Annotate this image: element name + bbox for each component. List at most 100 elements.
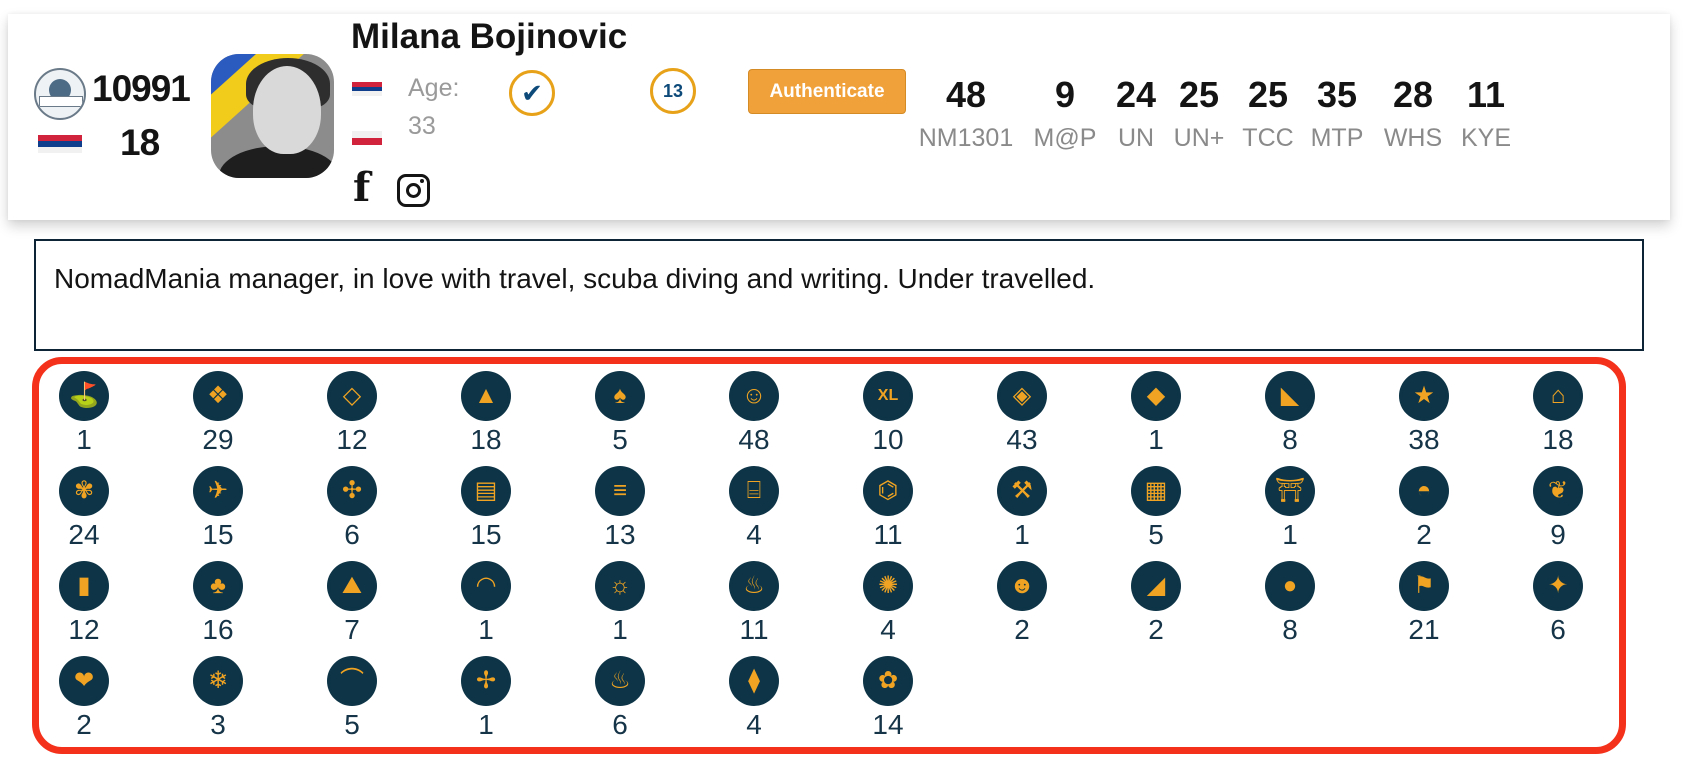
badge-count: 6 bbox=[344, 519, 360, 550]
badge-item[interactable]: ❦ 9 bbox=[1518, 469, 1598, 551]
stat-label: NM1301 bbox=[918, 124, 1014, 152]
badge-count: 13 bbox=[604, 519, 636, 550]
facebook-icon[interactable]: f bbox=[353, 168, 370, 208]
nomadmania-logo-icon bbox=[34, 68, 86, 120]
badge-item[interactable]: XL 10 bbox=[848, 374, 928, 456]
badge-item[interactable]: ☺ 48 bbox=[714, 374, 794, 456]
badge-item[interactable]: ⛳ 1 bbox=[44, 374, 124, 456]
badge-count: 29 bbox=[202, 424, 234, 455]
badge-item[interactable]: ✿ 14 bbox=[848, 659, 928, 741]
stat-value: 48 bbox=[945, 74, 987, 115]
badge-item[interactable]: ❤ 2 bbox=[44, 659, 124, 741]
tree-icon: ✾ bbox=[62, 469, 106, 513]
badge-item[interactable]: ◓ 2 bbox=[1384, 469, 1464, 551]
badge-item[interactable]: ❖ 29 bbox=[178, 374, 258, 456]
badge-item[interactable]: ☼ 1 bbox=[580, 564, 660, 646]
rank-value: 10991 bbox=[92, 68, 191, 109]
golf-flag-icon: ⛳ bbox=[62, 374, 106, 418]
badge-count: 38 bbox=[1408, 424, 1440, 455]
price-tag-icon: ✦ bbox=[1536, 564, 1580, 608]
badge-count: 1 bbox=[478, 709, 494, 740]
badge-item[interactable]: ⛩ 1 bbox=[1250, 469, 1330, 551]
stat-nm1301[interactable]: 48 NM1301 bbox=[911, 74, 1021, 158]
flag-icon: ⚑ bbox=[1402, 564, 1446, 608]
profile-name: Milana Bojinovic bbox=[351, 17, 628, 56]
badge-count: 1 bbox=[1282, 519, 1298, 550]
badge-item[interactable]: ≡ 13 bbox=[580, 469, 660, 551]
snowflake-icon: ❄ bbox=[196, 659, 240, 703]
badge-item[interactable]: ◢ 2 bbox=[1116, 564, 1196, 646]
badge-count: 43 bbox=[1006, 424, 1038, 455]
badge-count: 21 bbox=[1408, 614, 1440, 645]
badge-count: 14 bbox=[872, 709, 904, 740]
bio-text: NomadMania manager, in love with travel,… bbox=[34, 239, 1644, 351]
badge-item[interactable]: ✈ 15 bbox=[178, 469, 258, 551]
badge-item[interactable]: ⌒ 5 bbox=[312, 659, 392, 741]
badge-item[interactable]: ✣ 6 bbox=[312, 469, 392, 551]
obelisk-icon: ▮ bbox=[62, 564, 106, 608]
badge-item[interactable]: ▲ 18 bbox=[446, 374, 526, 456]
badge-item[interactable]: ⚑ 21 bbox=[1384, 564, 1464, 646]
badge-count: 24 bbox=[68, 519, 100, 550]
badge-item[interactable]: ▮ 12 bbox=[44, 564, 124, 646]
badge-item[interactable]: ♠ 5 bbox=[580, 374, 660, 456]
badge-item[interactable]: ◇ 12 bbox=[312, 374, 392, 456]
badge-item[interactable]: ⚒ 1 bbox=[982, 469, 1062, 551]
poland-flag-icon bbox=[352, 131, 382, 145]
badge-item[interactable]: ✺ 4 bbox=[848, 564, 928, 646]
badge-item[interactable]: ◣ 8 bbox=[1250, 374, 1330, 456]
badge-count: 3 bbox=[210, 709, 226, 740]
avatar[interactable] bbox=[211, 54, 334, 178]
oak-tree-icon: ♣ bbox=[196, 564, 240, 608]
airplane-icon: ✈ bbox=[196, 469, 240, 513]
authenticate-button[interactable]: Authenticate bbox=[748, 69, 906, 114]
badge-count: 15 bbox=[470, 519, 502, 550]
rank-secondary-value: 18 bbox=[120, 122, 160, 163]
verified-check-icon: ✔ bbox=[509, 70, 555, 116]
badge-item[interactable]: ⌸ 4 bbox=[714, 469, 794, 551]
badge-count: 9 bbox=[1550, 519, 1566, 550]
badges-panel: ⛳ 1 ❖ 29 ◇ 12 ▲ 18 ♠ 5 ☺ 48 XL 10 ◈ 43 ◆ 1 ◣ 8 ★ 38 ⌂ 18 ✾ 24 ✈ 15 ✣… bbox=[32, 357, 1626, 754]
badge-item[interactable]: ♨ 6 bbox=[580, 659, 660, 741]
badge-item[interactable]: ◆ 1 bbox=[1116, 374, 1196, 456]
badge-item[interactable]: ⛰ 7 bbox=[312, 564, 392, 646]
badge-item[interactable]: ✢ 1 bbox=[446, 659, 526, 741]
badge-item[interactable]: ⧫ 4 bbox=[714, 659, 794, 741]
serbia-flag-icon bbox=[38, 135, 82, 153]
stat-label: KYE bbox=[1460, 124, 1512, 152]
badge-count: 1 bbox=[612, 614, 628, 645]
badge-item[interactable]: ★ 38 bbox=[1384, 374, 1464, 456]
badge-count: 2 bbox=[76, 709, 92, 740]
person-icon: ☺ bbox=[732, 374, 776, 418]
crossed-tools-icon: ⚒ bbox=[1000, 469, 1044, 513]
badge-item[interactable]: ✦ 6 bbox=[1518, 564, 1598, 646]
heritage-outline-icon: ◇ bbox=[330, 374, 374, 418]
badge-item[interactable]: ❄ 3 bbox=[178, 659, 258, 741]
badge-count: 6 bbox=[1550, 614, 1566, 645]
badge-item[interactable]: ☻ 2 bbox=[982, 564, 1062, 646]
island-palm-icon: ♠ bbox=[598, 374, 642, 418]
badge-item[interactable]: ⌂ 18 bbox=[1518, 374, 1598, 456]
badge-item[interactable]: ⌬ 11 bbox=[848, 469, 928, 551]
instagram-icon[interactable] bbox=[397, 174, 430, 207]
badge-item[interactable]: ♣ 16 bbox=[178, 564, 258, 646]
badge-count: 8 bbox=[1282, 614, 1298, 645]
canyon-icon: ⛰ bbox=[330, 564, 374, 608]
africa-map-icon: ◆ bbox=[1134, 374, 1178, 418]
badge-item[interactable]: ▦ 5 bbox=[1116, 469, 1196, 551]
chef-icon: ✿ bbox=[866, 659, 910, 703]
cave-icon: ◠ bbox=[464, 564, 508, 608]
skyscraper-icon: ▦ bbox=[1134, 469, 1178, 513]
stat-kye[interactable]: 11 KYE bbox=[1431, 74, 1541, 158]
badge-item[interactable]: ◈ 43 bbox=[982, 374, 1062, 456]
church-icon: ⌬ bbox=[866, 469, 910, 513]
badge-item[interactable]: ● 8 bbox=[1250, 564, 1330, 646]
badge-item[interactable]: ◠ 1 bbox=[446, 564, 526, 646]
badge-item[interactable]: ♨ 11 bbox=[714, 564, 794, 646]
badge-item[interactable]: ▤ 15 bbox=[446, 469, 526, 551]
badge-count: 4 bbox=[880, 614, 896, 645]
dome-icon: ◓ bbox=[1402, 469, 1446, 513]
sun-icon: ● bbox=[1268, 564, 1312, 608]
badge-item[interactable]: ✾ 24 bbox=[44, 469, 124, 551]
road-icon: ≡ bbox=[598, 469, 642, 513]
